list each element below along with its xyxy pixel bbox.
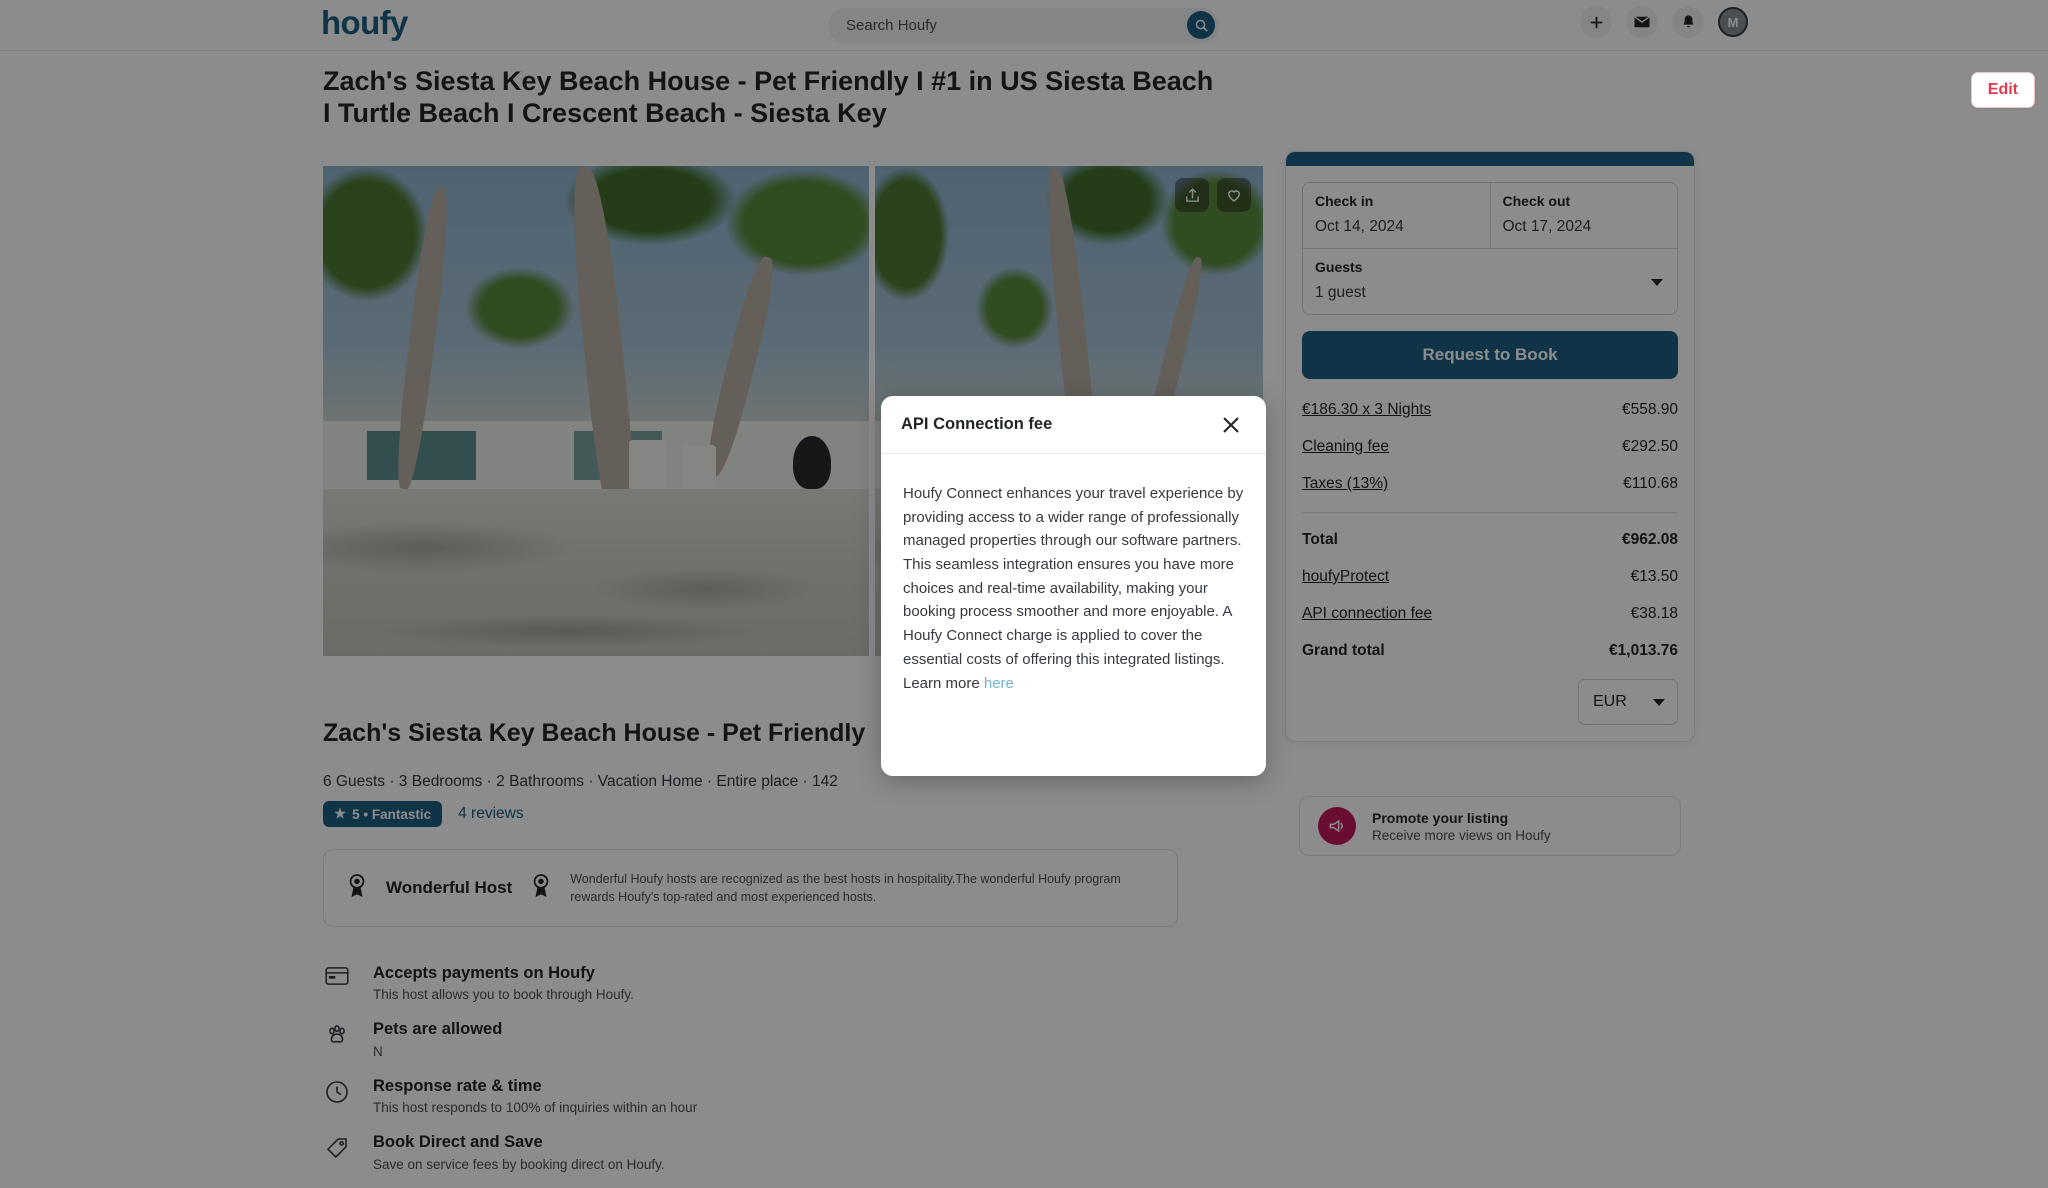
modal-title: API Connection fee: [901, 415, 1053, 433]
edit-button[interactable]: Edit: [1970, 72, 2035, 108]
learn-more-link[interactable]: here: [984, 675, 1014, 692]
api-connection-fee-modal: API Connection fee Houfy Connect enhance…: [881, 396, 1266, 776]
modal-body: Houfy Connect enhances your travel exper…: [881, 454, 1266, 695]
modal-body-text: Houfy Connect enhances your travel exper…: [903, 485, 1244, 692]
modal-header: API Connection fee: [881, 396, 1266, 454]
close-icon[interactable]: [1216, 410, 1246, 440]
page-root: houfy Search Houfy M Zach's Siesta Key B…: [0, 0, 2048, 1188]
